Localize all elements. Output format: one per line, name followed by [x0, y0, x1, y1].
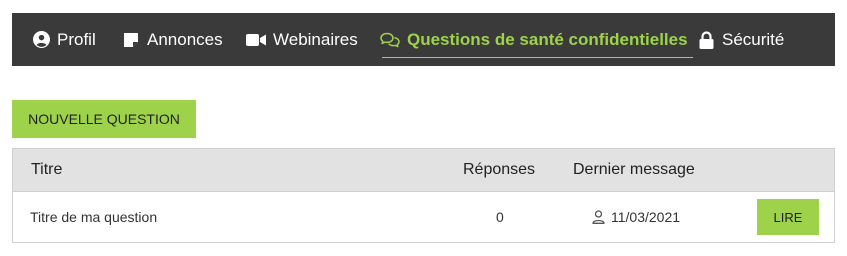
note-icon: [122, 31, 140, 49]
read-button[interactable]: LIRE: [757, 199, 819, 235]
questions-table: Titre Réponses Dernier message Titre de …: [12, 148, 835, 243]
user-circle-icon: [32, 31, 50, 49]
lock-icon: [697, 30, 715, 49]
new-question-button[interactable]: NOUVELLE QUESTION: [12, 100, 196, 138]
user-icon: [592, 210, 605, 224]
table-header: Titre Réponses Dernier message: [13, 149, 834, 192]
active-tab-indicator: [382, 57, 693, 58]
question-title[interactable]: Titre de ma question: [30, 192, 157, 242]
nav-item-profil[interactable]: Profil: [32, 13, 96, 66]
chat-bubbles-icon: [380, 31, 400, 49]
column-header-replies[interactable]: Réponses: [463, 149, 535, 191]
nav-label-questions-sante: Questions de santé confidentielles: [407, 29, 688, 49]
nav-label-webinaires: Webinaires: [273, 29, 358, 49]
nav-label-annonces: Annonces: [147, 29, 223, 49]
nav-item-webinaires[interactable]: Webinaires: [246, 13, 358, 66]
last-message-date: 11/03/2021: [611, 209, 681, 225]
column-header-last-message[interactable]: Dernier message: [573, 149, 695, 191]
nav-label-securite: Sécurité: [722, 29, 785, 49]
column-header-title[interactable]: Titre: [31, 149, 62, 191]
nav-item-questions-sante[interactable]: Questions de santé confidentielles: [380, 13, 688, 66]
nav-label-profil: Profil: [57, 29, 96, 49]
nav-item-annonces[interactable]: Annonces: [122, 13, 223, 66]
last-message-cell: 11/03/2021: [592, 192, 680, 242]
replies-count: 0: [496, 209, 504, 225]
top-navigation: Profil Annonces Webinaires Questions de …: [12, 13, 835, 66]
table-row: Titre de ma question 0 11/03/2021 LIRE: [13, 192, 834, 242]
video-camera-icon: [246, 31, 266, 49]
nav-item-securite[interactable]: Sécurité: [697, 13, 784, 66]
